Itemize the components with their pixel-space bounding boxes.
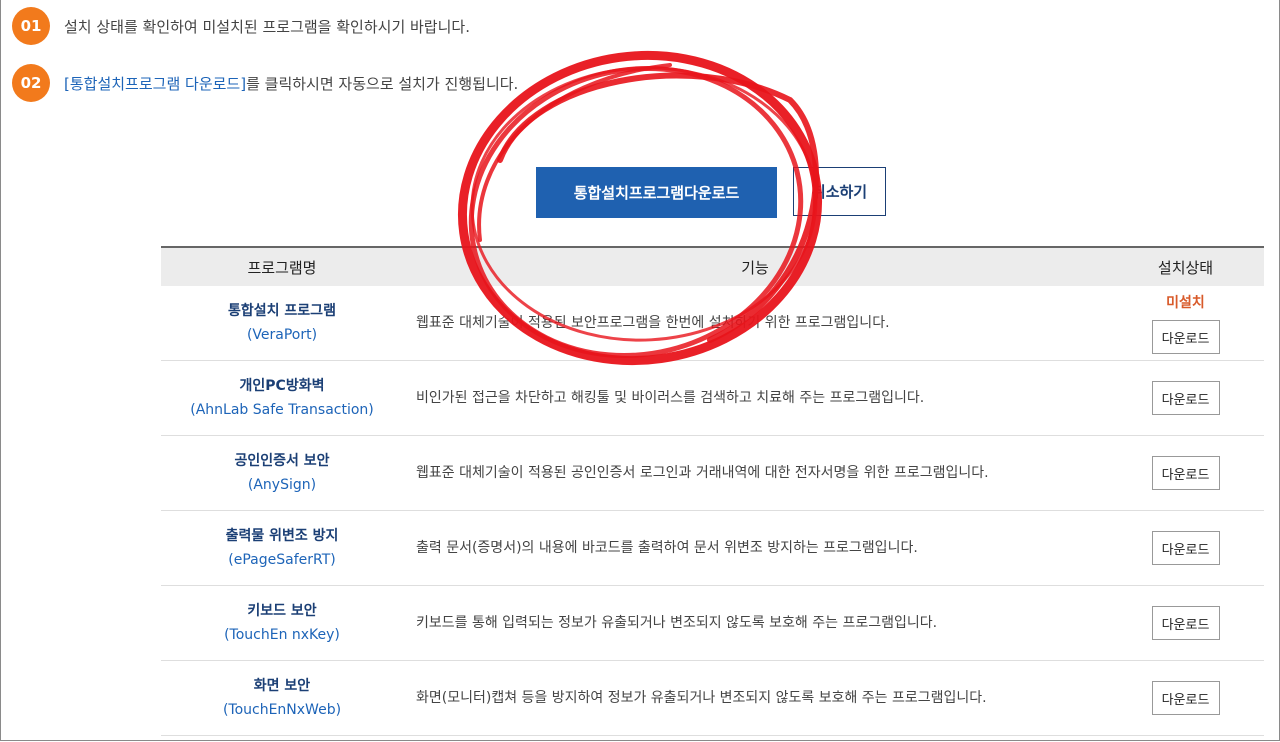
table-row: 화면 보안 (TouchEnNxWeb) 화면(모니터)캡쳐 등을 방지하여 정… (161, 661, 1264, 736)
download-button[interactable]: 다운로드 (1151, 456, 1220, 490)
header-install-status: 설치상태 (1157, 258, 1214, 277)
status-cell: 다운로드 (1107, 381, 1264, 415)
program-name: 화면 보안 (253, 678, 311, 694)
program-function: 웹표준 대체기술이 적용된 공인인증서 로그인과 거래내역에 대한 전자서명을 … (416, 465, 989, 481)
step-2-link[interactable]: [통합설치프로그램 다운로드] (64, 75, 246, 93)
program-name: 개인PC방화벽 (239, 378, 325, 394)
program-function: 키보드를 통해 입력되는 정보가 유출되거나 변조되지 않도록 보호해 주는 프… (416, 615, 938, 631)
program-name-cell: 공인인증서 보안 (AnySign) (161, 449, 403, 497)
program-id: (AnySign) (247, 477, 317, 493)
program-name: 통합설치 프로그램 (228, 303, 336, 319)
program-name-cell: 출력물 위변조 방지 (ePageSaferRT) (161, 524, 403, 572)
header-program-name: 프로그램명 (247, 258, 317, 277)
program-function: 웹표준 대체기술이 적용된 보안프로그램을 한번에 설치하기 위한 프로그램입니… (416, 315, 890, 331)
program-id: (AhnLab Safe Transaction) (190, 402, 374, 418)
download-button[interactable]: 다운로드 (1151, 381, 1220, 415)
table-row: 출력물 위변조 방지 (ePageSaferRT) 출력 문서(증명서)의 내용… (161, 511, 1264, 586)
status-cell: 다운로드 (1107, 681, 1264, 715)
step-text-2: [통합설치프로그램 다운로드]를 클릭하시면 자동으로 설치가 진행됩니다. (64, 73, 518, 94)
status-cell: 다운로드 (1107, 531, 1264, 565)
table-header: 프로그램명 기능 설치상태 (161, 246, 1264, 286)
download-button[interactable]: 다운로드 (1151, 681, 1220, 715)
program-function: 출력 문서(증명서)의 내용에 바코드를 출력하여 문서 위변조 방지하는 프로… (416, 540, 918, 556)
step-badge-1: 01 (12, 7, 50, 45)
table-row: 통합설치 프로그램 (VeraPort) 웹표준 대체기술이 적용된 보안프로그… (161, 286, 1264, 361)
step-text-1: 설치 상태를 확인하여 미설치된 프로그램을 확인하시기 바랍니다. (64, 17, 470, 36)
program-name-cell: 개인PC방화벽 (AhnLab Safe Transaction) (161, 374, 403, 422)
program-id: (VeraPort) (246, 327, 318, 343)
program-name: 키보드 보안 (247, 603, 317, 619)
header-function: 기능 (741, 258, 769, 277)
table-row: 키보드 보안 (TouchEn nxKey) 키보드를 통해 입력되는 정보가 … (161, 586, 1264, 661)
download-button[interactable]: 다운로드 (1151, 531, 1220, 565)
table-row: 개인PC방화벽 (AhnLab Safe Transaction) 비인가된 접… (161, 361, 1264, 436)
download-all-button[interactable]: 통합설치프로그램다운로드 (536, 167, 777, 218)
program-function: 비인가된 접근을 차단하고 해킹툴 및 바이러스를 검색하고 치료해 주는 프로… (416, 390, 925, 406)
status-cell: 다운로드 (1107, 606, 1264, 640)
step-2-text: 를 클릭하시면 자동으로 설치가 진행됩니다. (246, 74, 519, 93)
program-function: 화면(모니터)캡쳐 등을 방지하여 정보가 유출되거나 변조되지 않도록 보호해… (416, 690, 987, 706)
status-badge: 미설치 (1166, 295, 1205, 311)
program-name-cell: 화면 보안 (TouchEnNxWeb) (161, 674, 403, 722)
program-name: 공인인증서 보안 (234, 453, 330, 469)
program-id: (ePageSaferRT) (228, 552, 336, 568)
status-cell: 미설치 다운로드 (1107, 292, 1264, 354)
program-id: (TouchEn nxKey) (224, 627, 340, 643)
download-button[interactable]: 다운로드 (1151, 320, 1220, 354)
step-1: 01 설치 상태를 확인하여 미설치된 프로그램을 확인하시기 바랍니다. (12, 6, 470, 46)
program-name: 출력물 위변조 방지 (225, 528, 339, 544)
program-table: 프로그램명 기능 설치상태 통합설치 프로그램 (VeraPort) 웹표준 대… (161, 246, 1264, 736)
cancel-button[interactable]: 취소하기 (793, 167, 886, 216)
program-id: (TouchEnNxWeb) (222, 702, 342, 718)
program-name-cell: 통합설치 프로그램 (VeraPort) (161, 299, 403, 347)
step-badge-2: 02 (12, 64, 50, 102)
download-button[interactable]: 다운로드 (1151, 606, 1220, 640)
program-name-cell: 키보드 보안 (TouchEn nxKey) (161, 599, 403, 647)
table-row: 공인인증서 보안 (AnySign) 웹표준 대체기술이 적용된 공인인증서 로… (161, 436, 1264, 511)
status-cell: 다운로드 (1107, 456, 1264, 490)
step-2: 02 [통합설치프로그램 다운로드]를 클릭하시면 자동으로 설치가 진행됩니다… (12, 63, 518, 103)
